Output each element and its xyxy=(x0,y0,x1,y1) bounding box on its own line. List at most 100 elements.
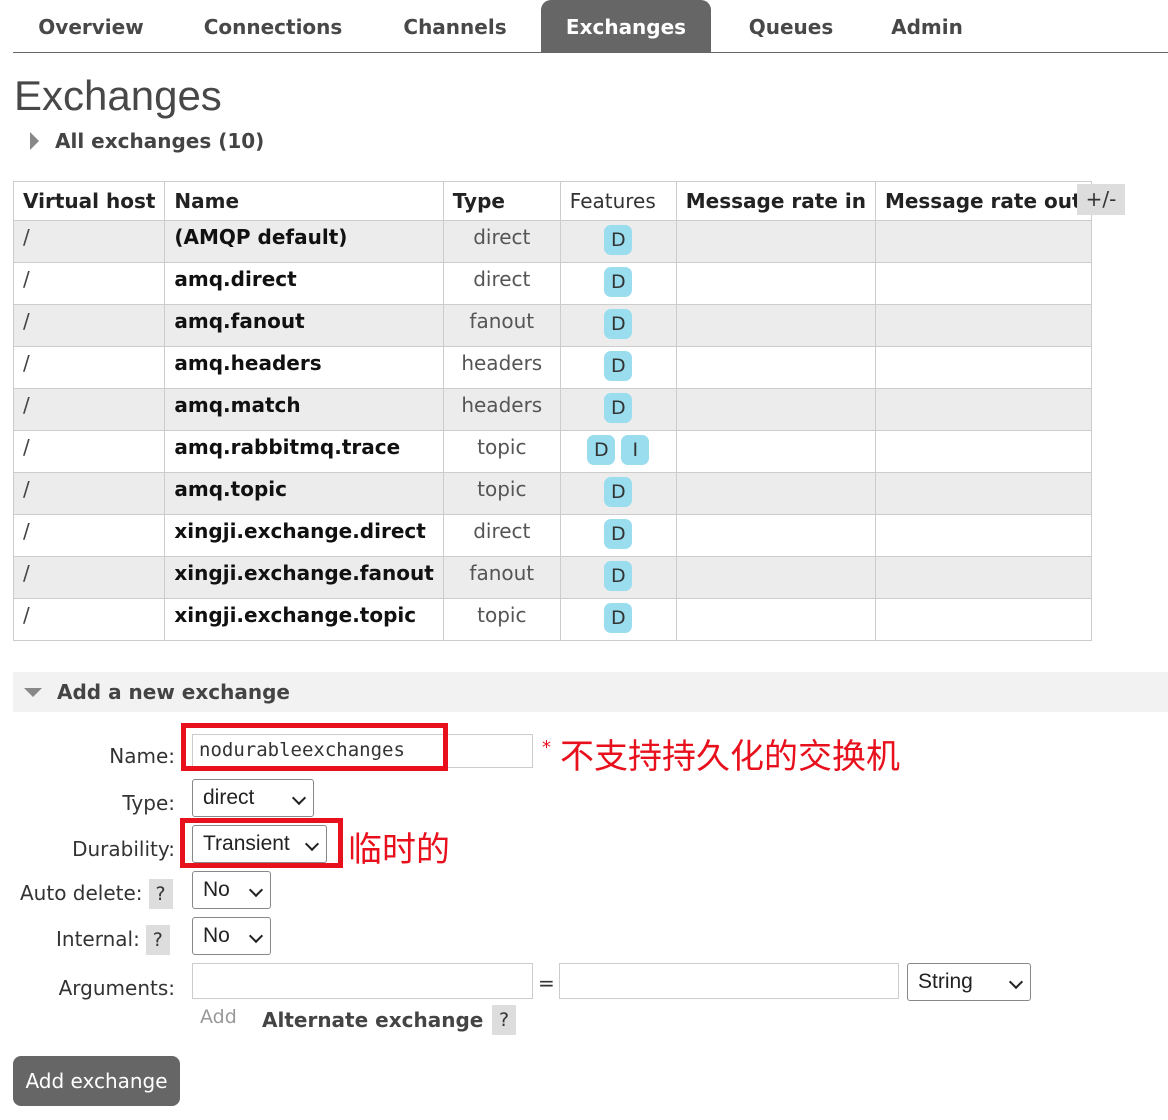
durability-label: Durability: xyxy=(72,837,175,861)
add-exchange-button[interactable]: Add exchange xyxy=(13,1056,180,1106)
cell-exchange-name[interactable]: amq.fanout xyxy=(164,304,444,347)
argument-value-input[interactable] xyxy=(559,963,899,999)
type-select-value: direct xyxy=(203,786,255,809)
type-select[interactable]: direct xyxy=(192,779,314,817)
col-message-rate-out[interactable]: Message rate out xyxy=(874,181,1092,221)
auto-delete-select[interactable]: No xyxy=(192,871,271,909)
cell-virtual-host: / xyxy=(12,430,166,473)
chevron-down-icon xyxy=(291,790,307,806)
cell-message-rate-in xyxy=(675,514,876,557)
cell-type: fanout xyxy=(442,304,561,347)
tab-channels[interactable]: Channels xyxy=(385,0,525,52)
all-exchanges-toggle[interactable]: All exchanges (10) xyxy=(30,126,264,156)
cell-type: direct xyxy=(442,514,561,557)
required-mark: * xyxy=(542,737,551,758)
cell-message-rate-in xyxy=(675,304,876,347)
cell-message-rate-in xyxy=(675,556,876,599)
annotation-box-durability xyxy=(180,818,343,868)
argument-type-select[interactable]: String xyxy=(907,963,1031,1001)
table-row[interactable]: / amq.match headers D xyxy=(12,388,1092,431)
cell-exchange-name[interactable]: (AMQP default) xyxy=(164,220,444,263)
all-exchanges-label: All exchanges (10) xyxy=(55,129,265,153)
tab-queues[interactable]: Queues xyxy=(731,0,851,52)
cell-type: headers xyxy=(442,388,561,431)
feature-badge: D xyxy=(604,309,633,339)
argument-type-select-value: String xyxy=(918,970,973,993)
chevron-down-icon xyxy=(248,882,264,898)
cell-message-rate-in xyxy=(675,472,876,515)
column-toggle-button[interactable]: +/- xyxy=(1077,184,1125,215)
table-row[interactable]: / xingji.exchange.direct direct D xyxy=(12,514,1092,557)
cell-message-rate-out xyxy=(874,472,1092,515)
cell-exchange-name[interactable]: xingji.exchange.topic xyxy=(164,598,444,641)
cell-type: direct xyxy=(442,220,561,263)
cell-exchange-name[interactable]: xingji.exchange.fanout xyxy=(164,556,444,599)
cell-features: D xyxy=(559,388,677,431)
internal-select[interactable]: No xyxy=(192,917,271,955)
cell-features: D xyxy=(559,514,677,557)
add-argument-link[interactable]: Add xyxy=(200,1006,237,1028)
exchanges-table: Virtual host Name Type Features Message … xyxy=(12,181,1092,641)
cell-message-rate-out xyxy=(874,556,1092,599)
cell-message-rate-out xyxy=(874,262,1092,305)
cell-virtual-host: / xyxy=(12,346,166,389)
cell-features: D xyxy=(559,472,677,515)
cell-virtual-host: / xyxy=(12,262,166,305)
cell-message-rate-out xyxy=(874,304,1092,347)
annotation-box-name xyxy=(181,723,448,771)
tab-connections[interactable]: Connections xyxy=(189,0,357,52)
table-row[interactable]: / xingji.exchange.topic topic D xyxy=(12,598,1092,641)
cell-message-rate-out xyxy=(874,388,1092,431)
auto-delete-help-button[interactable]: ? xyxy=(148,879,173,909)
cell-exchange-name[interactable]: xingji.exchange.direct xyxy=(164,514,444,557)
cell-virtual-host: / xyxy=(12,220,166,263)
arguments-label: Arguments: xyxy=(58,976,175,1000)
table-row[interactable]: / amq.rabbitmq.trace topic D I xyxy=(12,430,1092,473)
cell-exchange-name[interactable]: amq.headers xyxy=(164,346,444,389)
col-type[interactable]: Type xyxy=(442,181,561,221)
internal-label-wrap: Internal:? xyxy=(56,925,180,955)
table-row[interactable]: / amq.fanout fanout D xyxy=(12,304,1092,347)
cell-exchange-name[interactable]: amq.topic xyxy=(164,472,444,515)
tab-overview[interactable]: Overview xyxy=(13,0,169,52)
internal-help-button[interactable]: ? xyxy=(145,925,170,955)
feature-badge: D xyxy=(604,519,633,549)
equals-sign: = xyxy=(538,971,555,995)
table-row[interactable]: / amq.direct direct D xyxy=(12,262,1092,305)
argument-key-input[interactable] xyxy=(192,963,533,999)
auto-delete-label-wrap: Auto delete:? xyxy=(20,879,180,909)
internal-select-value: No xyxy=(203,924,230,947)
col-message-rate-in[interactable]: Message rate in xyxy=(675,181,876,221)
alternate-exchange-link[interactable]: Alternate exchange xyxy=(262,1008,483,1032)
expand-triangle-icon xyxy=(30,132,39,150)
type-label: Type: xyxy=(122,791,175,815)
cell-message-rate-out xyxy=(874,220,1092,263)
cell-type: topic xyxy=(442,430,561,473)
cell-virtual-host: / xyxy=(12,472,166,515)
cell-features: D xyxy=(559,262,677,305)
alternate-exchange-help-button[interactable]: ? xyxy=(492,1005,516,1035)
table-row[interactable]: / amq.topic topic D xyxy=(12,472,1092,515)
page-title: Exchanges xyxy=(14,72,222,119)
cell-exchange-name[interactable]: amq.direct xyxy=(164,262,444,305)
cell-message-rate-out xyxy=(874,346,1092,389)
table-row[interactable]: / xingji.exchange.fanout fanout D xyxy=(12,556,1092,599)
feature-badge: D xyxy=(604,603,633,633)
internal-label: Internal: xyxy=(56,927,140,951)
auto-delete-select-value: No xyxy=(203,878,230,901)
cell-virtual-host: / xyxy=(12,304,166,347)
cell-message-rate-in xyxy=(675,220,876,263)
tab-exchanges[interactable]: Exchanges xyxy=(541,0,711,52)
cell-features: D xyxy=(559,598,677,641)
feature-badge: D xyxy=(587,435,616,465)
col-virtual-host[interactable]: Virtual host xyxy=(12,181,166,221)
feature-badge: D xyxy=(604,225,633,255)
table-row[interactable]: / amq.headers headers D xyxy=(12,346,1092,389)
add-exchange-section-toggle[interactable]: Add a new exchange xyxy=(13,672,1168,712)
cell-exchange-name[interactable]: amq.match xyxy=(164,388,444,431)
auto-delete-label: Auto delete: xyxy=(20,881,143,905)
tab-admin[interactable]: Admin xyxy=(877,0,977,52)
cell-exchange-name[interactable]: amq.rabbitmq.trace xyxy=(164,430,444,473)
col-name[interactable]: Name xyxy=(164,181,444,221)
table-row[interactable]: / (AMQP default) direct D xyxy=(12,220,1092,263)
